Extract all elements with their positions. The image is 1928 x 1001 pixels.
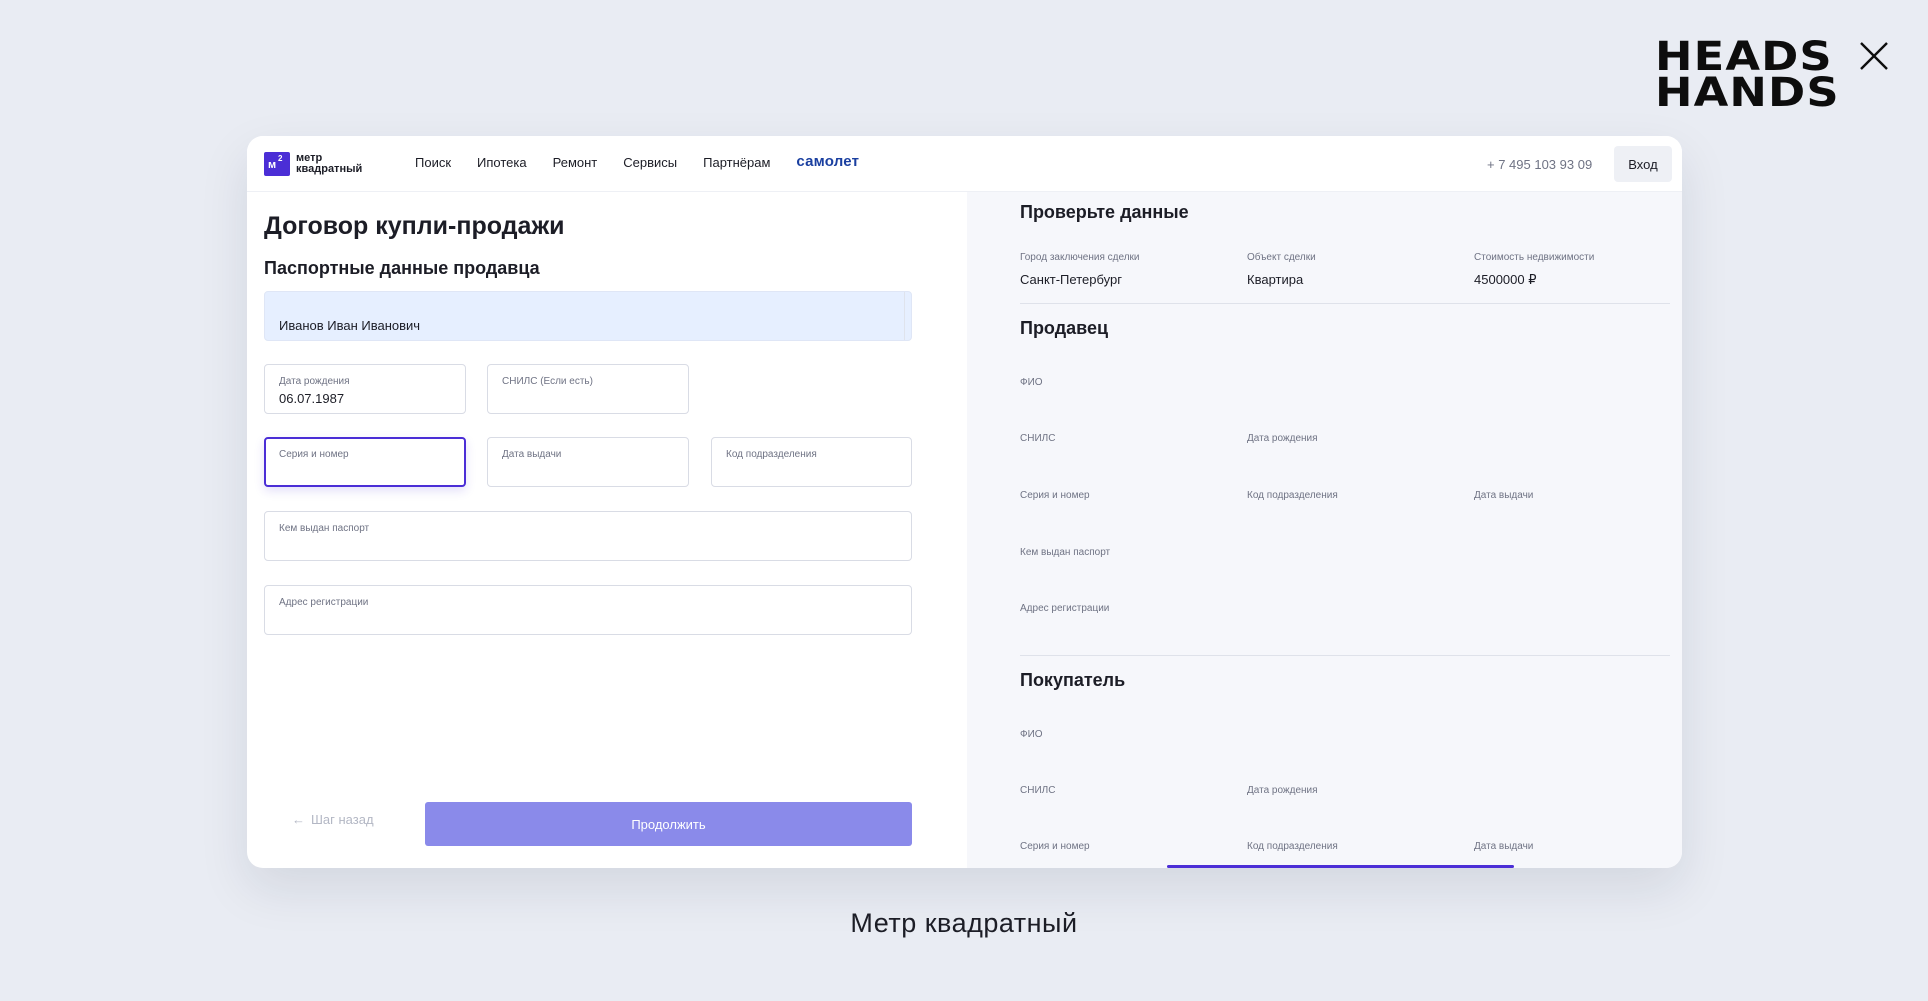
buyer-issue-label: Дата выдачи — [1474, 841, 1534, 852]
form-pane: Договор купли-продажи Паспортные данные … — [247, 192, 967, 868]
site-header: м 2 метр квадратный Поиск Ипотека Ремонт… — [247, 136, 1682, 192]
city-label: Город заключения сделки — [1020, 252, 1140, 263]
nav-item-partners[interactable]: Партнёрам — [703, 155, 770, 170]
passport-series-label: Серия и номер — [279, 449, 349, 460]
birth-date-value: 06.07.1987 — [279, 391, 345, 406]
logo-mark-icon: м 2 — [264, 152, 290, 176]
object-value: Квартира — [1247, 272, 1304, 287]
nav-item-services[interactable]: Сервисы — [623, 155, 677, 170]
city-value: Санкт-Петербург — [1020, 272, 1122, 287]
divider — [1020, 303, 1670, 304]
section-title: Паспортные данные продавца — [264, 258, 540, 278]
birth-date-label: Дата рождения — [279, 376, 350, 387]
nav-item-renovation[interactable]: Ремонт — [553, 155, 598, 170]
seller-series-label: Серия и номер — [1020, 490, 1090, 501]
seller-address-label: Адрес регистрации — [1020, 603, 1110, 614]
buyer-fio-label: ФИО — [1020, 729, 1043, 740]
buyer-dept-label: Код подразделения — [1247, 841, 1338, 852]
headsandhands-logo: HEADS HANDS — [1655, 34, 1891, 116]
issue-date-field[interactable]: Дата выдачи — [487, 437, 689, 487]
arrow-left-icon: ← — [292, 812, 305, 827]
page-title: Договор купли-продажи — [264, 212, 565, 240]
seller-issue-label: Дата выдачи — [1474, 490, 1534, 501]
back-button[interactable]: ← Шаг назад — [292, 812, 374, 827]
main-nav: Поиск Ипотека Ремонт Сервисы Партнёрам с… — [415, 153, 859, 171]
seller-birth-label: Дата рождения — [1247, 433, 1318, 444]
continue-button[interactable]: Продолжить — [425, 802, 912, 846]
logo-line-1: HEADS — [1655, 34, 1833, 80]
seller-fio-label: ФИО — [1020, 377, 1043, 388]
nav-item-mortgage[interactable]: Ипотека — [477, 155, 527, 170]
issue-date-label: Дата выдачи — [502, 449, 562, 460]
price-label: Стоимость недвижимости — [1474, 252, 1595, 263]
seller-dept-label: Код подразделения — [1247, 490, 1338, 501]
summary-scrollbar[interactable] — [1167, 865, 1514, 868]
nav-item-search[interactable]: Поиск — [415, 155, 451, 170]
summary-title: Проверьте данные — [1020, 202, 1189, 222]
site-logo[interactable]: м 2 метр квадратный — [264, 149, 362, 179]
seller-title: Продавец — [1020, 318, 1109, 338]
address-label: Адрес регистрации — [279, 597, 369, 608]
address-field[interactable]: Адрес регистрации — [264, 585, 912, 635]
logo-text-line-2: квадратный — [296, 163, 363, 175]
caption: Метр квадратный — [850, 908, 1078, 938]
logo-x-icon — [1860, 42, 1888, 70]
logo-line-2: HANDS — [1655, 70, 1840, 116]
snils-field[interactable]: СНИЛС (Если есть) — [487, 364, 689, 414]
buyer-birth-label: Дата рождения — [1247, 785, 1318, 796]
snils-label: СНИЛС (Если есть) — [502, 376, 593, 387]
logo-mark-sup: 2 — [278, 154, 283, 163]
seller-snils-label: СНИЛС — [1020, 433, 1056, 444]
passport-series-field[interactable]: Серия и номер — [264, 437, 466, 487]
buyer-title: Покупатель — [1020, 670, 1126, 690]
app-window: м 2 метр квадратный Поиск Ипотека Ремонт… — [247, 136, 1682, 868]
issued-by-label: Кем выдан паспорт — [279, 523, 370, 534]
phone-number[interactable]: + 7 495 103 93 09 — [1487, 157, 1592, 172]
seller-issued-by-label: Кем выдан паспорт — [1020, 547, 1111, 558]
back-button-label: Шаг назад — [311, 812, 374, 827]
full-name-field[interactable]: Иванов Иван Иванович — [264, 291, 912, 341]
partner-logo[interactable]: самолет — [796, 153, 859, 170]
dept-code-field[interactable]: Код подразделения — [711, 437, 912, 487]
buyer-snils-label: СНИЛС — [1020, 785, 1056, 796]
issued-by-field[interactable]: Кем выдан паспорт — [264, 511, 912, 561]
divider — [1020, 655, 1670, 656]
object-label: Объект сделки — [1247, 252, 1316, 263]
full-name-value: Иванов Иван Иванович — [279, 318, 421, 333]
summary-pane: Проверьте данные Город заключения сделки… — [967, 192, 1682, 868]
price-value: 4500000 ₽ — [1474, 272, 1537, 287]
dept-code-label: Код подразделения — [726, 449, 817, 460]
login-button[interactable]: Вход — [1614, 146, 1672, 182]
birth-date-field[interactable]: Дата рождения 06.07.1987 — [264, 364, 466, 414]
field-scrollbar — [904, 292, 905, 340]
buyer-series-label: Серия и номер — [1020, 841, 1090, 852]
logo-text: метр квадратный — [296, 153, 362, 175]
logo-mark-letter: м — [268, 159, 277, 171]
